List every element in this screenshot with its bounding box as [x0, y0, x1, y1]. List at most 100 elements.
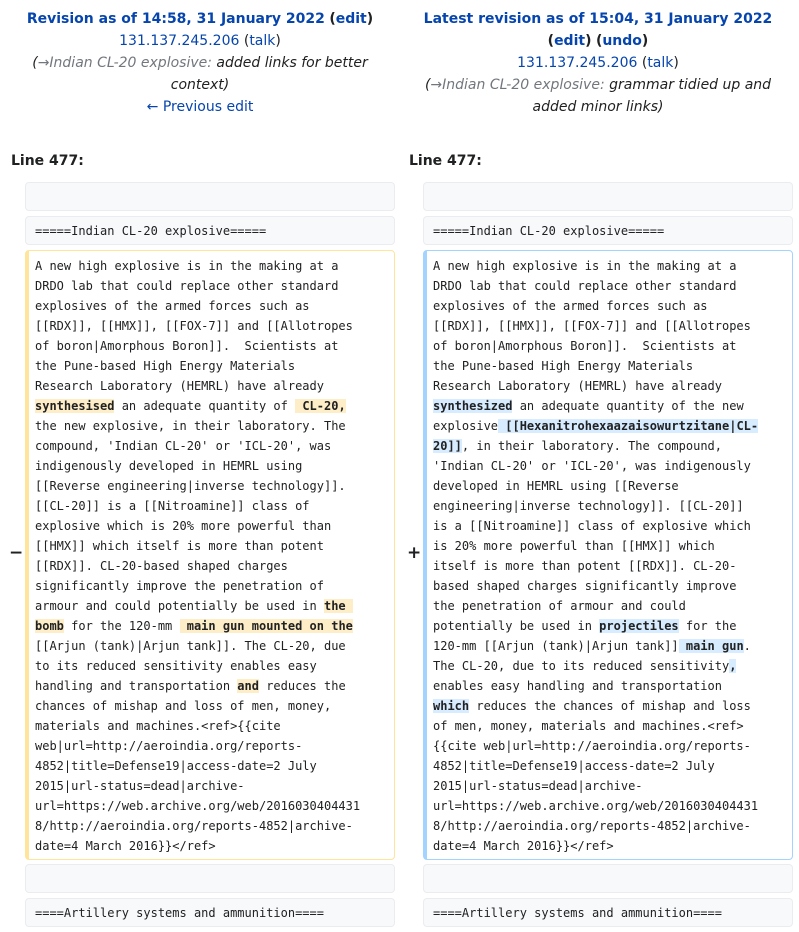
diff-line: [[HMX]] which itself is more than potent [35, 536, 385, 556]
right-edit-summary: (→Indian CL-20 explosive: grammar tidied… [424, 77, 772, 115]
diff-text: 120-mm [[Arjun (tank)|Arjun tank]] [433, 639, 679, 653]
left-line-number: Line 477: [11, 153, 84, 169]
diff-line: compound, 'Indian CL-20' or 'ICL-20', wa… [35, 436, 385, 456]
added-paragraph: A new high explosive is in the making at… [423, 250, 793, 860]
right-undo-link[interactable]: undo [602, 33, 642, 49]
diff-text: the Pune-based High Energy Materials [35, 359, 296, 373]
added-line-marker: + [407, 543, 422, 563]
diff-text: an adequate quantity of the new [512, 399, 744, 413]
diff-line: 2015|url-status=dead|archive- [433, 776, 783, 796]
diff-text: compound, 'Indian CL-20' or 'ICL-20', wa… [35, 439, 332, 453]
diff-line: to its reduced sensitivity enables easy [35, 656, 385, 676]
diff-text: 2015|url-status=dead|archive- [433, 779, 643, 793]
left-context-section: ====Artillery systems and ammunition==== [25, 898, 395, 927]
diff-text: for the 120-mm [63, 619, 180, 633]
diff-text: Research Laboratory (HEMRL) have already [35, 379, 324, 393]
removed-text: the [323, 599, 353, 613]
diff-line: url=https://web.archive.org/web/20160304… [433, 796, 783, 816]
diff-line: DRDO lab that could replace other standa… [433, 276, 783, 296]
right-user-link[interactable]: 131.137.245.206 [517, 55, 637, 71]
diff-line: based shaped charges significantly impro… [433, 576, 783, 596]
diff-text: [[Reverse engineering|inverse technology… [35, 479, 346, 493]
diff-text: to its reduced sensitivity enables easy [35, 659, 317, 673]
diff-line: synthesised an adequate quantity of CL-2… [35, 396, 385, 416]
right-summary-section: →Indian CL-20 explosive: [430, 77, 605, 93]
diff-text: itself is more than potent [[RDX]]. CL-2… [433, 559, 737, 573]
left-talk-link[interactable]: talk [249, 33, 275, 49]
diff-line: {{cite web|url=http://aeroindia.org/repo… [433, 736, 783, 756]
diff-text: chances of mishap and loss of men, money… [35, 699, 332, 713]
diff-text: The CL-20, due to its reduced sensitivit… [433, 659, 730, 673]
removed-text: bomb [35, 619, 64, 633]
diff-line: the Pune-based High Energy Materials [35, 356, 385, 376]
added-text: main gun [678, 639, 744, 653]
diff-line: 2015|url-status=dead|archive- [35, 776, 385, 796]
added-text: which [433, 699, 470, 713]
diff-text: the Pune-based High Energy Materials [433, 359, 694, 373]
diff-line: Research Laboratory (HEMRL) have already [433, 376, 783, 396]
diff-line: [[RDX]], [[HMX]], [[FOX-7]] and [[Allotr… [433, 316, 783, 336]
diff-line: of men, money, materials and machines.<r… [433, 716, 783, 736]
diff-line: DRDO lab that could replace other standa… [35, 276, 385, 296]
diff-line: of boron|Amorphous Boron]]. Scientists a… [433, 336, 783, 356]
removed-line-marker: − [9, 543, 24, 563]
right-empty-context [423, 182, 793, 211]
added-text: [[Hexanitrohexaazaisowurtzitane|CL- [498, 419, 759, 433]
diff-line: A new high explosive is in the making at… [433, 256, 783, 276]
diff-text: Research Laboratory (HEMRL) have already [433, 379, 722, 393]
diff-text: the penetration of armour and could [433, 599, 686, 613]
right-revision-link[interactable]: Latest revision as of 15:04, 31 January … [424, 11, 773, 27]
diff-line: 8/http://aeroindia.org/reports-4852|arch… [35, 816, 385, 836]
diff-text: date=4 March 2016}}</ref> [35, 839, 216, 853]
left-edit-link[interactable]: edit [336, 11, 367, 27]
right-edit-link[interactable]: edit [554, 33, 585, 49]
diff-text: potentially be used in [433, 619, 600, 633]
diff-line: materials and machines.<ref>{{cite [35, 716, 385, 736]
diff-line: 120-mm [[Arjun (tank)|Arjun tank]] main … [433, 636, 783, 656]
diff-text: of boron|Amorphous Boron]]. Scientists a… [433, 339, 737, 353]
left-summary-section: →Indian CL-20 explosive: [37, 55, 212, 71]
diff-text: the new explosive, in their laboratory. … [35, 419, 346, 433]
diff-line: 4852|title=Defense19|access-date=2 July [433, 756, 783, 776]
added-text: , [729, 659, 737, 673]
right-talk-link[interactable]: talk [647, 55, 673, 71]
diff-text: url=https://web.archive.org/web/20160304… [433, 799, 759, 813]
context-text: ====Artillery systems and ammunition==== [35, 906, 324, 920]
diff-text: materials and machines.<ref>{{cite [35, 719, 281, 733]
diff-text: [[RDX]], [[HMX]], [[FOX-7]] and [[Allotr… [433, 319, 751, 333]
diff-line: bomb for the 120-mm main gun mounted on … [35, 616, 385, 636]
diff-text: significantly improve the penetration of [35, 579, 324, 593]
diff-text: handling and transportation [35, 679, 238, 693]
diff-text: is a [[Nitroamine]] class of explosive w… [433, 519, 751, 533]
diff-line: url=https://web.archive.org/web/20160304… [35, 796, 385, 816]
deleted-paragraph: A new high explosive is in the making at… [25, 250, 395, 860]
diff-text: enables easy handling and transportation [433, 679, 722, 693]
diff-line: explosives of the armed forces such as [433, 296, 783, 316]
right-summary-text: grammar tidied up and [609, 77, 772, 93]
left-user-link[interactable]: 131.137.245.206 [119, 33, 239, 49]
diff-text: is 20% more powerful than [[HMX]] which [433, 539, 715, 553]
diff-line: potentially be used in projectiles for t… [433, 616, 783, 636]
diff-line: 20]], in their laboratory. The compound, [433, 436, 783, 456]
diff-text: [[CL-20]] is a [[Nitroamine]] class of [35, 499, 310, 513]
left-empty-context-bottom [25, 864, 395, 893]
diff-text: developed in HEMRL using [[Reverse [433, 479, 679, 493]
left-revision-link[interactable]: Revision as of 14:58, 31 January 2022 [27, 11, 325, 27]
left-revision-header: Revision as of 14:58, 31 January 2022 (e… [10, 8, 390, 118]
diff-text: explosive which is 20% more powerful tha… [35, 519, 332, 533]
diff-text: 2015|url-status=dead|archive- [35, 779, 245, 793]
diff-line: is 20% more powerful than [[HMX]] which [433, 536, 783, 556]
diff-line: the Pune-based High Energy Materials [433, 356, 783, 376]
context-text: =====Indian CL-20 explosive===== [35, 224, 267, 238]
diff-line: is a [[Nitroamine]] class of explosive w… [433, 516, 783, 536]
previous-edit-link[interactable]: ← Previous edit [147, 99, 254, 115]
left-empty-context [25, 182, 395, 211]
right-context-section: ====Artillery systems and ammunition==== [423, 898, 793, 927]
diff-line: of boron|Amorphous Boron]]. Scientists a… [35, 336, 385, 356]
context-text: =====Indian CL-20 explosive===== [433, 224, 665, 238]
context-text: ====Artillery systems and ammunition==== [433, 906, 722, 920]
diff-line: 4852|title=Defense19|access-date=2 July [35, 756, 385, 776]
diff-text: [[Arjun (tank)|Arjun tank]]. The CL-20, … [35, 639, 346, 653]
diff-line: The CL-20, due to its reduced sensitivit… [433, 656, 783, 676]
left-edit-summary: (→Indian CL-20 explosive: added links fo… [32, 55, 368, 93]
